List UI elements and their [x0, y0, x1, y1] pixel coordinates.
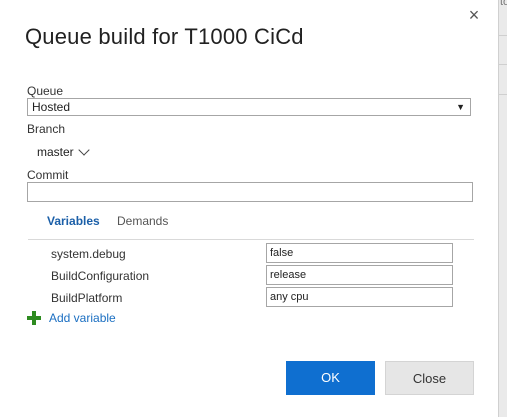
tab-variables[interactable]: Variables [47, 214, 100, 228]
variable-value-input[interactable]: any cpu [266, 287, 453, 307]
variable-name: BuildConfiguration [51, 269, 150, 283]
background-divider [499, 94, 507, 95]
queue-selected-value: Hosted [32, 100, 71, 114]
variable-value-input[interactable]: release [266, 265, 453, 285]
add-variable-label: Add variable [49, 311, 116, 325]
commit-label: Commit [27, 168, 69, 182]
tab-demands[interactable]: Demands [117, 214, 168, 228]
commit-input[interactable] [27, 182, 473, 202]
plus-icon [27, 311, 41, 325]
variable-name: system.debug [51, 247, 126, 261]
branch-value: master [37, 145, 74, 159]
background-divider [499, 35, 507, 36]
queue-select[interactable]: Hosted ▼ [27, 98, 471, 116]
background-edge-text: to [500, 0, 507, 8]
ok-button[interactable]: OK [286, 361, 375, 395]
queue-build-dialog: × Queue build for T1000 CiCd Queue Hoste… [0, 0, 498, 417]
dropdown-arrow-icon: ▼ [456, 102, 465, 112]
close-button[interactable]: Close [385, 361, 474, 395]
add-variable-link[interactable]: Add variable [27, 311, 116, 325]
dialog-title: Queue build for T1000 CiCd [25, 24, 304, 49]
branch-label: Branch [27, 122, 66, 136]
variable-value-input[interactable]: false [266, 243, 453, 263]
branch-selector[interactable]: master [37, 144, 90, 159]
chevron-down-icon [78, 144, 90, 156]
background-page-edge: to [498, 0, 507, 417]
close-icon[interactable]: × [463, 4, 485, 26]
queue-label: Queue [27, 84, 64, 98]
tabs-divider [28, 239, 474, 240]
background-divider [499, 64, 507, 65]
variable-name: BuildPlatform [51, 291, 123, 305]
